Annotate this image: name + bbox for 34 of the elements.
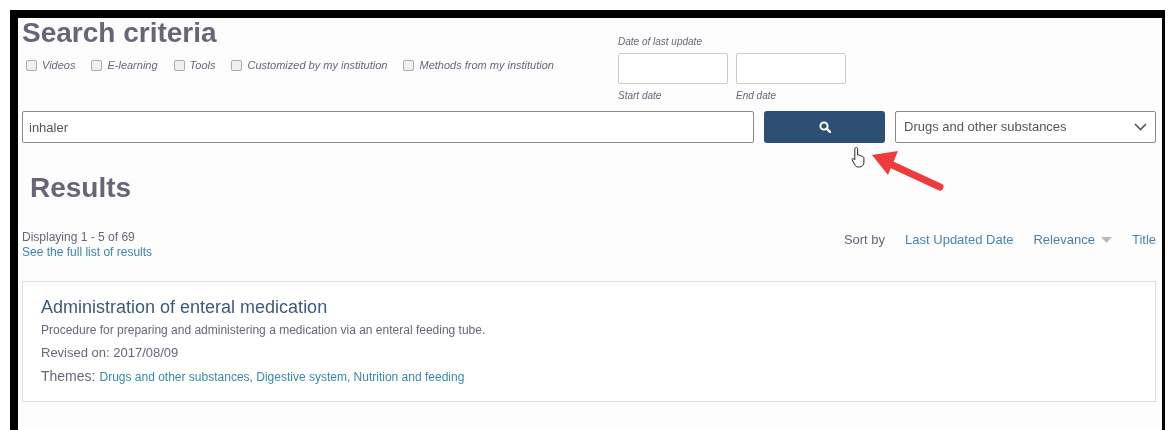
search-icon <box>818 121 831 133</box>
filter-label: Customized by my institution <box>247 57 388 73</box>
sort-option[interactable]: Last Updated Date <box>905 229 1014 250</box>
start-date-label: Start date <box>618 89 663 103</box>
filter-label: Videos <box>42 57 76 73</box>
filter-label: Tools <box>189 57 216 73</box>
filter-label: E-learning <box>107 57 158 73</box>
full-list-link[interactable]: See the full list of results <box>22 245 153 260</box>
category-dropdown[interactable]: Drugs and other substances <box>895 111 1156 143</box>
sort-option[interactable]: Relevance <box>1033 229 1112 250</box>
filter-label: Methods from my institution <box>419 57 554 73</box>
search-button[interactable] <box>764 111 885 143</box>
chevron-down-icon <box>1134 123 1147 131</box>
checkbox[interactable] <box>231 59 243 71</box>
result-description: Procedure for preparing and administering a medication via an enteral feeding tube. <box>41 322 487 339</box>
sort-option[interactable]: Title <box>1131 229 1156 250</box>
section-heading: Search criteria <box>22 18 218 49</box>
sort-label: Sort by <box>843 230 886 249</box>
checkbox[interactable] <box>91 59 103 71</box>
sort-caret-icon <box>1100 236 1112 243</box>
result-title-link[interactable]: Administration of enteral medication <box>41 294 328 321</box>
end-date-label: End date <box>736 89 778 103</box>
end-date-field[interactable] <box>736 53 846 84</box>
date-range-label: Date of last update <box>618 35 703 49</box>
themes-links[interactable]: Drugs and other substances, Digestive system, Nutrition and feeding <box>99 368 465 387</box>
checkbox[interactable] <box>26 59 37 71</box>
checkbox[interactable] <box>173 59 185 71</box>
result-count: Displaying 1 - 5 of 69 <box>22 229 136 246</box>
checkbox[interactable] <box>403 59 415 71</box>
search-field[interactable]: inhaler <box>22 111 754 143</box>
revised-date: Revised on: 2017/08/09 <box>41 344 180 362</box>
section-heading: Results <box>30 173 133 204</box>
themes-label: Themes: <box>41 367 96 387</box>
start-date-field[interactable] <box>618 53 728 84</box>
